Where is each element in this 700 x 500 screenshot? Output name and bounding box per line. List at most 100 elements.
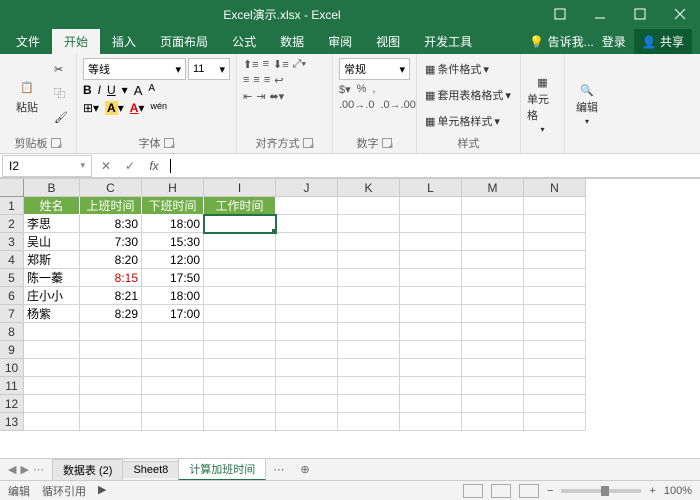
cell[interactable]: [524, 359, 586, 377]
italic-button[interactable]: I: [98, 83, 101, 98]
row-header[interactable]: 9: [0, 341, 24, 359]
cell[interactable]: [338, 269, 400, 287]
cell[interactable]: [276, 323, 338, 341]
cell[interactable]: [524, 341, 586, 359]
worksheet-grid[interactable]: BCHIJKLMN1姓名上班时间下班时间工作时间2李思8:3018:003吴山7…: [0, 178, 700, 458]
font-color-button[interactable]: A▾: [130, 101, 145, 115]
cell[interactable]: [204, 251, 276, 269]
editing-button[interactable]: 🔍编辑▾: [571, 58, 603, 151]
cell[interactable]: [276, 251, 338, 269]
macro-record-icon[interactable]: ▶: [98, 483, 106, 499]
comma-icon[interactable]: ,: [372, 83, 375, 96]
cell[interactable]: [524, 395, 586, 413]
page-break-view-icon[interactable]: [519, 484, 539, 498]
enter-icon[interactable]: ✓: [118, 159, 142, 173]
decrease-font-icon[interactable]: A: [148, 83, 155, 98]
cell[interactable]: [524, 269, 586, 287]
align-left-icon[interactable]: ≡: [243, 74, 249, 87]
cell[interactable]: [524, 197, 586, 215]
cell[interactable]: [204, 305, 276, 323]
cell[interactable]: [462, 305, 524, 323]
bold-button[interactable]: B: [83, 83, 92, 98]
tab-developer[interactable]: 开发工具: [412, 29, 484, 54]
cell[interactable]: [204, 323, 276, 341]
normal-view-icon[interactable]: [463, 484, 483, 498]
cell[interactable]: [204, 233, 276, 251]
select-all-corner[interactable]: [0, 179, 24, 197]
zoom-out-icon[interactable]: −: [547, 485, 553, 497]
col-header[interactable]: M: [462, 179, 524, 197]
border-button[interactable]: ⊞▾: [83, 101, 99, 115]
underline-button[interactable]: U: [107, 83, 116, 98]
cell[interactable]: [400, 359, 462, 377]
cell[interactable]: 郑斯: [24, 251, 80, 269]
cell[interactable]: [24, 359, 80, 377]
cell[interactable]: [400, 287, 462, 305]
cell[interactable]: 8:15: [80, 269, 142, 287]
header-cell[interactable]: 下班时间: [142, 197, 204, 215]
cell[interactable]: [142, 359, 204, 377]
cell[interactable]: [462, 233, 524, 251]
cell[interactable]: [276, 215, 338, 233]
cell[interactable]: [524, 215, 586, 233]
cell[interactable]: [338, 233, 400, 251]
cell[interactable]: 吴山: [24, 233, 80, 251]
col-header[interactable]: I: [204, 179, 276, 197]
cell[interactable]: 庄小小: [24, 287, 80, 305]
cell[interactable]: [462, 413, 524, 431]
cell[interactable]: [338, 197, 400, 215]
cell[interactable]: [204, 341, 276, 359]
tab-review[interactable]: 审阅: [316, 29, 364, 54]
cell[interactable]: [400, 395, 462, 413]
cell[interactable]: [142, 323, 204, 341]
cell[interactable]: [462, 377, 524, 395]
cell[interactable]: [462, 197, 524, 215]
cell[interactable]: [276, 233, 338, 251]
orientation-icon[interactable]: ⤢▾: [293, 58, 306, 71]
formula-input[interactable]: [166, 158, 700, 173]
tab-view[interactable]: 视图: [364, 29, 412, 54]
cell[interactable]: [462, 341, 524, 359]
zoom-slider[interactable]: [561, 489, 641, 493]
row-header[interactable]: 11: [0, 377, 24, 395]
fx-icon[interactable]: fx: [142, 159, 166, 173]
cell[interactable]: [462, 323, 524, 341]
close-icon[interactable]: [660, 0, 700, 28]
indent-inc-icon[interactable]: ⇥: [256, 90, 265, 103]
col-header[interactable]: N: [524, 179, 586, 197]
cell[interactable]: [400, 413, 462, 431]
row-header[interactable]: 8: [0, 323, 24, 341]
cell[interactable]: [338, 341, 400, 359]
cell[interactable]: 18:00: [142, 287, 204, 305]
cell[interactable]: [524, 377, 586, 395]
row-header[interactable]: 2: [0, 215, 24, 233]
cell[interactable]: [338, 395, 400, 413]
col-header[interactable]: B: [24, 179, 80, 197]
cell[interactable]: 18:00: [142, 215, 204, 233]
cell[interactable]: [524, 287, 586, 305]
tab-layout[interactable]: 页面布局: [148, 29, 220, 54]
header-cell[interactable]: 姓名: [24, 197, 80, 215]
row-header[interactable]: 5: [0, 269, 24, 287]
cell[interactable]: [276, 197, 338, 215]
align-right-icon[interactable]: ≡: [264, 74, 270, 87]
cell[interactable]: [462, 359, 524, 377]
format-painter-button[interactable]: 🖌: [52, 106, 70, 128]
cell[interactable]: [276, 287, 338, 305]
cell[interactable]: [24, 323, 80, 341]
cell[interactable]: [338, 323, 400, 341]
cell[interactable]: [338, 413, 400, 431]
align-top-icon[interactable]: ⬆≡: [243, 58, 259, 71]
cell[interactable]: [276, 359, 338, 377]
sheet-tab-2[interactable]: Sheet8: [122, 461, 179, 478]
col-header[interactable]: L: [400, 179, 462, 197]
align-center-icon[interactable]: ≡: [253, 74, 259, 87]
font-name-select[interactable]: 等线▾: [83, 58, 186, 80]
cell[interactable]: [276, 377, 338, 395]
indent-dec-icon[interactable]: ⇤: [243, 90, 252, 103]
sheet-tab-3[interactable]: 计算加班时间: [178, 458, 266, 481]
copy-button[interactable]: ⿻: [52, 82, 70, 104]
cell[interactable]: [276, 305, 338, 323]
cell[interactable]: 8:21: [80, 287, 142, 305]
cell[interactable]: [80, 359, 142, 377]
